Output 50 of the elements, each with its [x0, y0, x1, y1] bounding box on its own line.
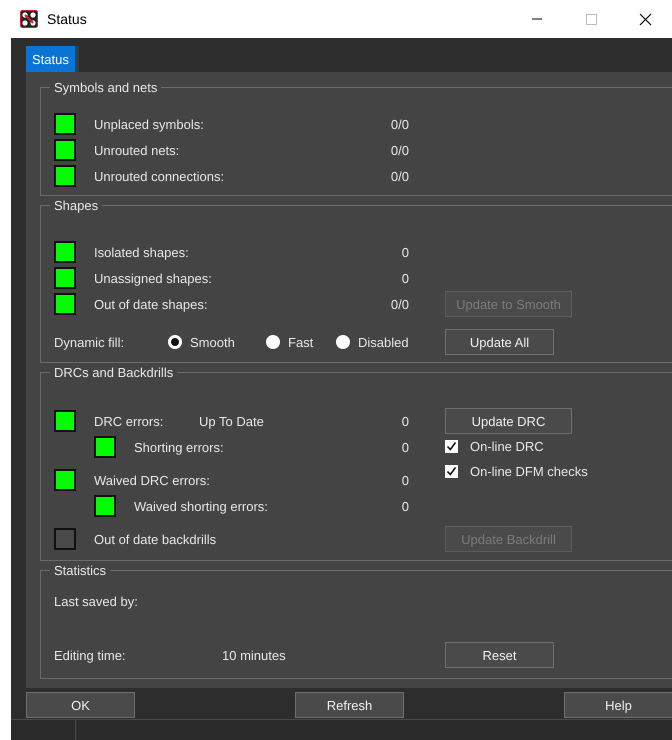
- status-label: Shorting errors:: [134, 440, 224, 454]
- close-icon[interactable]: [638, 12, 652, 26]
- section-title: DRCs and Backdrills: [53, 365, 174, 380]
- checkbox-label: On-line DRC: [470, 439, 544, 454]
- status-count: 0/0: [390, 296, 410, 312]
- status-label: Isolated shapes:: [94, 244, 189, 260]
- field-label: Editing time:: [54, 648, 127, 662]
- status-count: 0/0: [390, 142, 410, 158]
- status-count: 0: [402, 498, 410, 514]
- field-value: 10 minutes: [222, 648, 286, 662]
- status-label: Unrouted connections:: [94, 168, 224, 184]
- update-button[interactable]: Update DRC: [445, 408, 572, 434]
- update-all-button[interactable]: Update All: [445, 329, 554, 355]
- field-label: Last saved by:: [54, 594, 139, 608]
- status-count: 0: [402, 414, 410, 428]
- status-label: Waived shorting errors:: [134, 498, 268, 514]
- section-title: Statistics: [53, 563, 108, 578]
- radio-option[interactable]: Disabled: [336, 334, 416, 350]
- status-count: 0/0: [390, 116, 410, 132]
- status-label: Unplaced symbols:: [94, 116, 204, 132]
- status-count: 0: [402, 472, 410, 488]
- status-count: 0/0: [390, 168, 410, 184]
- tab[interactable]: Status: [26, 46, 79, 72]
- status-label: Unassigned shapes:: [94, 270, 212, 286]
- section-title: Symbols and nets: [53, 80, 158, 95]
- section-title: Shapes: [53, 198, 100, 213]
- status-label: Unrouted nets:: [94, 142, 180, 158]
- reset-button[interactable]: Reset: [445, 642, 554, 668]
- status-count: 0: [402, 244, 410, 260]
- radio-button[interactable]: [168, 335, 182, 349]
- radio-button[interactable]: [336, 335, 350, 349]
- radio-button[interactable]: [266, 335, 280, 349]
- status-count: 0: [402, 440, 410, 454]
- status-text: Up To Date: [199, 414, 264, 428]
- radio-option[interactable]: Fast: [266, 334, 336, 350]
- dialog-button[interactable]: OK: [26, 692, 135, 718]
- status-label: DRC errors:: [94, 414, 164, 428]
- checkbox[interactable]: [445, 465, 458, 478]
- checkbox-label: On-line DFM checks: [470, 464, 588, 479]
- status-count: 0: [402, 270, 410, 286]
- app-icon: [20, 10, 38, 28]
- field-label: Dynamic fill:: [54, 334, 126, 350]
- checkbox[interactable]: [445, 440, 458, 453]
- status-label: Out of date backdrills: [94, 532, 216, 546]
- dialog-button[interactable]: Help: [564, 692, 672, 718]
- dialog-button[interactable]: Refresh: [295, 692, 404, 718]
- radio-option[interactable]: Smooth: [168, 334, 266, 350]
- status-label: Waived DRC errors:: [94, 472, 210, 488]
- status-label: Out of date shapes:: [94, 296, 208, 312]
- window-title: Status: [47, 11, 88, 27]
